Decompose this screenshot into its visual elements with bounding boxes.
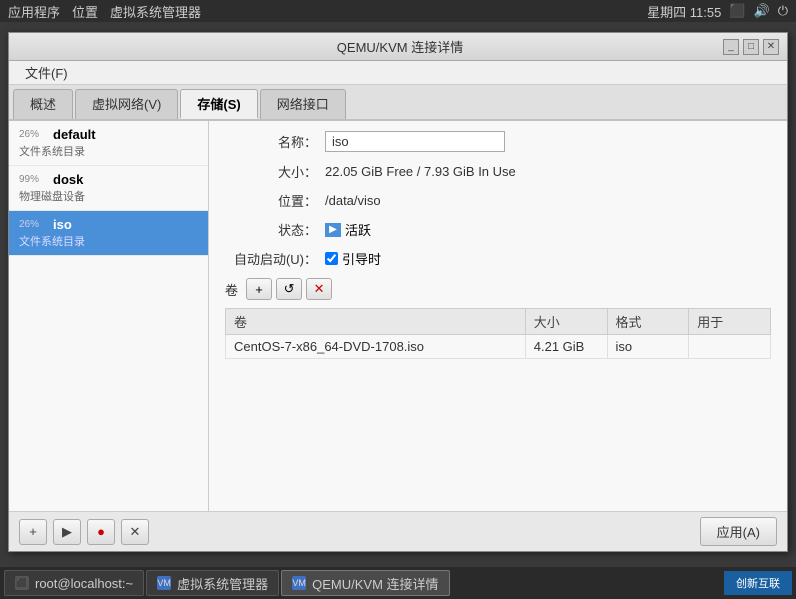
apply-button[interactable]: 应用(A) (700, 517, 777, 546)
size-value: 22.05 GiB Free / 7.93 GiB In Use (325, 164, 516, 179)
col-header-use: 用于 (689, 309, 771, 335)
stop-bottom-button[interactable]: ● (87, 519, 115, 545)
status-value: 活跃 (345, 220, 371, 239)
screen-icon: ⬛ (729, 3, 745, 19)
autostart-checkbox[interactable] (325, 252, 338, 265)
play-status-icon: ▶ (325, 223, 341, 237)
taskbar: ⬛ root@localhost:~ VM 虚拟系统管理器 VM QEMU/KV… (0, 567, 796, 599)
menu-bar: 文件(F) (9, 61, 787, 85)
storage-list: 26% default 文件系统目录 99% dosk 物理磁盘设备 26% i… (9, 121, 209, 511)
name-row: 名称： (225, 131, 771, 152)
dosk-type: 物理磁盘设备 (19, 188, 198, 204)
detail-panel: 名称： 大小： 22.05 GiB Free / 7.93 GiB In Use… (209, 121, 787, 511)
top-bar: 应用程序 位置 虚拟系统管理器 星期四 11:55 ⬛ 🔊 ⏻ (0, 0, 796, 22)
play-bottom-button[interactable]: ▶ (53, 519, 81, 545)
add-bottom-button[interactable]: + (19, 519, 47, 545)
content-area: 26% default 文件系统目录 99% dosk 物理磁盘设备 26% i… (9, 121, 787, 511)
qemu-icon: VM (292, 576, 306, 590)
name-label: 名称： (225, 132, 325, 151)
default-name: default (53, 127, 96, 142)
top-bar-right: 星期四 11:55 ⬛ 🔊 ⏻ (647, 2, 788, 21)
name-input[interactable] (325, 131, 505, 152)
virt-manager-menu[interactable]: 虚拟系统管理器 (110, 2, 201, 21)
vol-size: 4.21 GiB (525, 335, 607, 359)
window-controls: _ □ ✕ (723, 39, 779, 55)
taskbar-terminal-label: root@localhost:~ (35, 576, 133, 591)
taskbar-qemu-label: QEMU/KVM 连接详情 (312, 574, 438, 593)
location-label: 位置： (225, 191, 325, 210)
taskbar-virt-manager[interactable]: VM 虚拟系统管理器 (146, 570, 279, 596)
iso-name: iso (53, 217, 72, 232)
vol-name: CentOS-7-x86_64-DVD-1708.iso (226, 335, 526, 359)
tab-virtual-network[interactable]: 虚拟网络(V) (75, 89, 178, 119)
bottom-left-buttons: + ▶ ● ✕ (19, 519, 149, 545)
vol-use (689, 335, 771, 359)
minimize-button[interactable]: _ (723, 39, 739, 55)
volumes-label: 卷 (225, 280, 238, 299)
tab-network-interface[interactable]: 网络接口 (260, 89, 346, 119)
dosk-percent: 99% (19, 174, 47, 185)
volume-icon: 🔊 (754, 3, 770, 19)
places-menu[interactable]: 位置 (72, 2, 98, 21)
autostart-label: 自动启动(U)： (225, 249, 325, 268)
main-window: QEMU/KVM 连接详情 _ □ ✕ 文件(F) 概述 虚拟网络(V) 存储(… (8, 32, 788, 552)
location-value: /data/viso (325, 193, 381, 208)
remove-volume-button[interactable]: ✕ (306, 278, 332, 300)
tab-overview[interactable]: 概述 (13, 89, 73, 119)
status-row: 状态： ▶ 活跃 (225, 220, 771, 239)
iso-type: 文件系统目录 (19, 233, 198, 249)
autostart-value: 引导时 (342, 249, 381, 268)
col-header-name: 卷 (226, 309, 526, 335)
power-icon[interactable]: ⏻ (778, 3, 788, 19)
col-header-size: 大小 (525, 309, 607, 335)
tabs-bar: 概述 虚拟网络(V) 存储(S) 网络接口 (9, 85, 787, 121)
storage-item-dosk[interactable]: 99% dosk 物理磁盘设备 (9, 166, 208, 211)
clock: 星期四 11:55 (647, 2, 721, 21)
size-label: 大小： (225, 162, 325, 181)
app-menu[interactable]: 应用程序 (8, 2, 60, 21)
autostart-row: 自动启动(U)： 引导时 (225, 249, 771, 268)
watermark: 创新互联 (724, 571, 792, 595)
table-row[interactable]: CentOS-7-x86_64-DVD-1708.iso 4.21 GiB is… (226, 335, 771, 359)
storage-item-default[interactable]: 26% default 文件系统目录 (9, 121, 208, 166)
status-label: 状态： (225, 220, 325, 239)
window-title: QEMU/KVM 连接详情 (77, 37, 723, 56)
default-type: 文件系统目录 (19, 143, 198, 159)
virt-manager-icon: VM (157, 576, 171, 590)
storage-item-iso[interactable]: 26% iso 文件系统目录 (9, 211, 208, 256)
default-percent: 26% (19, 129, 47, 140)
iso-percent: 26% (19, 219, 47, 230)
volumes-table: 卷 大小 格式 用于 CentOS-7-x86_64-DVD-1708.iso … (225, 308, 771, 359)
autostart-checkbox-row: 引导时 (325, 249, 381, 268)
taskbar-virt-manager-label: 虚拟系统管理器 (177, 574, 268, 593)
col-header-format: 格式 (607, 309, 689, 335)
taskbar-right: 创新互联 (724, 571, 792, 595)
file-menu[interactable]: 文件(F) (17, 61, 76, 84)
top-bar-left: 应用程序 位置 虚拟系统管理器 (8, 2, 201, 21)
taskbar-qemu-window[interactable]: VM QEMU/KVM 连接详情 (281, 570, 449, 596)
bottom-toolbar: + ▶ ● ✕ 应用(A) (9, 511, 787, 551)
taskbar-terminal[interactable]: ⬛ root@localhost:~ (4, 570, 144, 596)
dosk-name: dosk (53, 172, 83, 187)
refresh-volume-button[interactable]: ↺ (276, 278, 302, 300)
size-row: 大小： 22.05 GiB Free / 7.93 GiB In Use (225, 162, 771, 181)
maximize-button[interactable]: □ (743, 39, 759, 55)
title-bar: QEMU/KVM 连接详情 _ □ ✕ (9, 33, 787, 61)
terminal-icon: ⬛ (15, 576, 29, 590)
vol-format: iso (607, 335, 689, 359)
volume-toolbar: 卷 + ↺ ✕ (225, 278, 771, 300)
status-badge: ▶ 活跃 (325, 220, 371, 239)
add-volume-button[interactable]: + (246, 278, 272, 300)
tab-storage[interactable]: 存储(S) (180, 89, 257, 119)
close-bottom-button[interactable]: ✕ (121, 519, 149, 545)
close-button[interactable]: ✕ (763, 39, 779, 55)
location-row: 位置： /data/viso (225, 191, 771, 210)
